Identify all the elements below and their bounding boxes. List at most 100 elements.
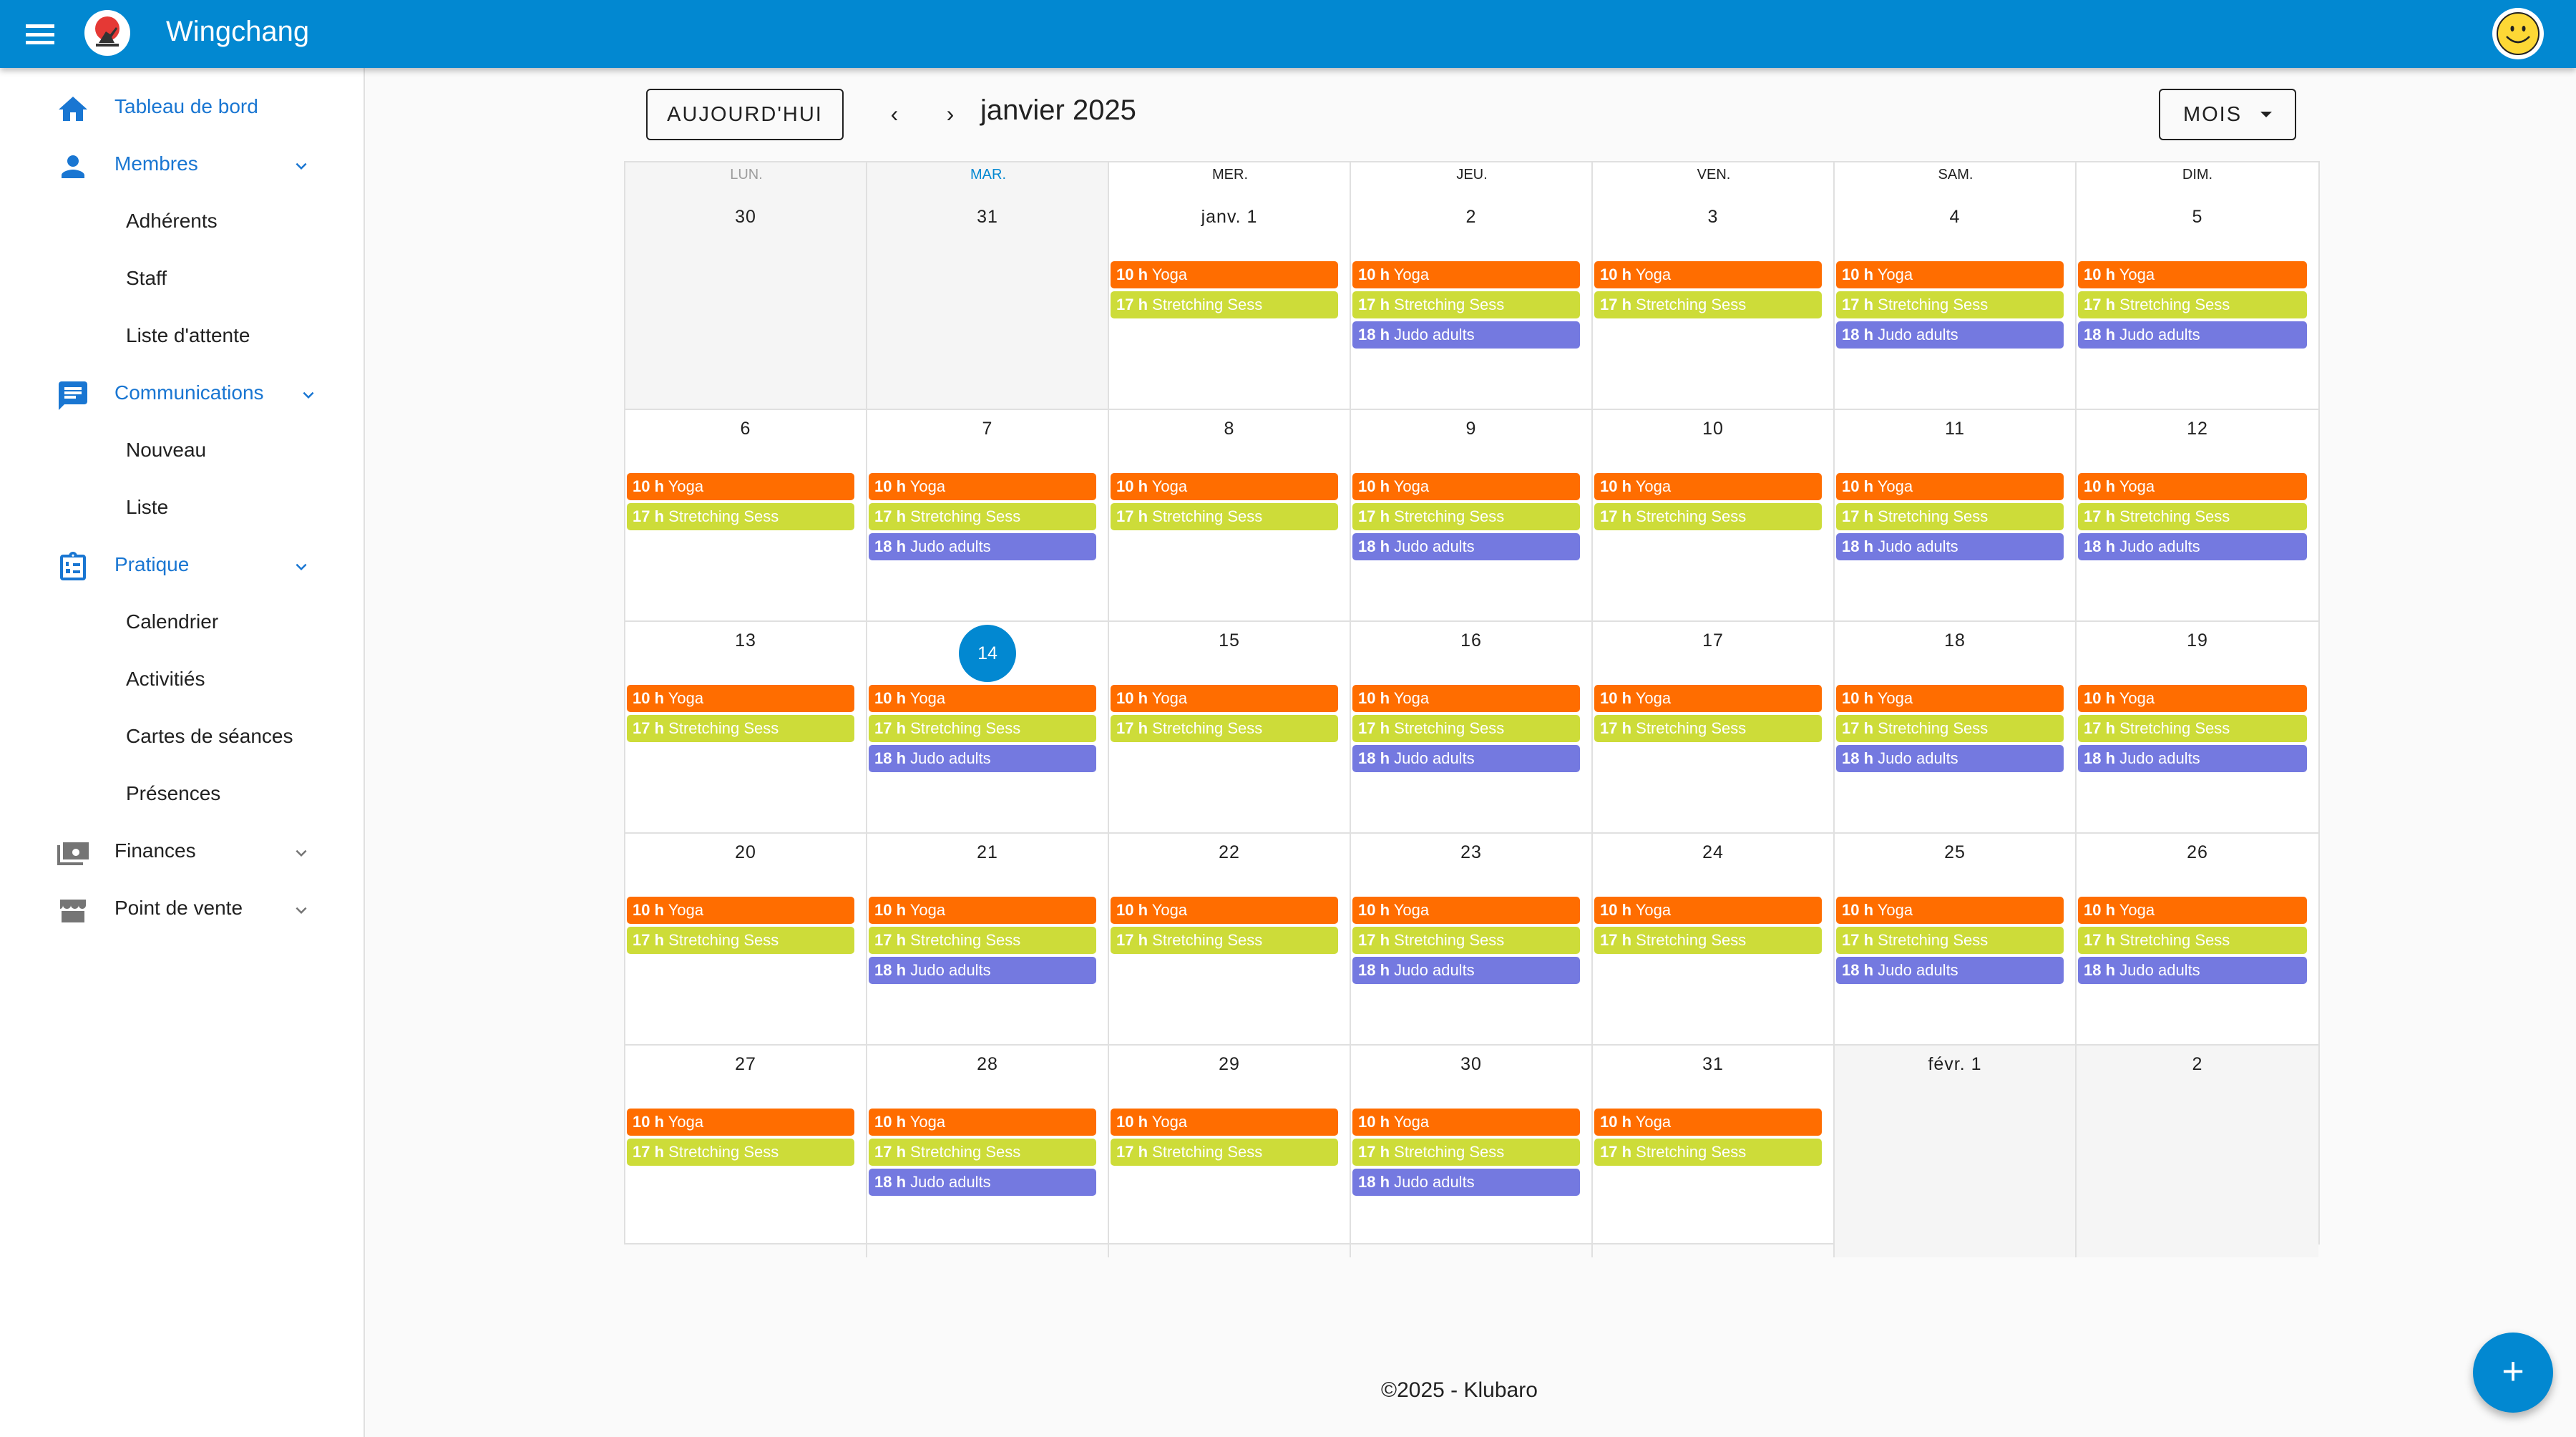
day-number[interactable]: 2 xyxy=(2077,1054,2318,1075)
day-number[interactable]: 31 xyxy=(1593,1054,1833,1075)
event-chip-stretch[interactable]: 17 h Stretching Sess xyxy=(869,503,1096,530)
event-chip-stretch[interactable]: 17 h Stretching Sess xyxy=(627,927,854,954)
day-number[interactable]: 10 xyxy=(1593,419,1833,439)
event-chip-yoga[interactable]: 10 h Yoga xyxy=(1111,473,1338,500)
day-cell[interactable]: 28 10 h Yoga 17 h Stretching Sess 18 h Judo… xyxy=(867,1046,1109,1257)
event-chip-yoga[interactable]: 10 h Yoga xyxy=(2078,685,2307,712)
day-number[interactable]: 13 xyxy=(625,630,866,651)
day-number[interactable]: 22 xyxy=(1109,842,1350,863)
event-chip-yoga[interactable]: 10 h Yoga xyxy=(1836,261,2064,288)
day-number[interactable]: 5 xyxy=(2077,207,2318,228)
day-number[interactable]: 17 xyxy=(1593,630,1833,651)
day-number[interactable]: 26 xyxy=(2077,842,2318,863)
event-chip-yoga[interactable]: 10 h Yoga xyxy=(2078,897,2307,924)
event-chip-stretch[interactable]: 17 h Stretching Sess xyxy=(627,1139,854,1166)
sidebar-subitem-cartes-seances[interactable]: Cartes de séances xyxy=(0,709,365,766)
event-chip-judo[interactable]: 18 h Judo adults xyxy=(869,957,1096,984)
event-chip-stretch[interactable]: 17 h Stretching Sess xyxy=(627,715,854,742)
event-chip-judo[interactable]: 18 h Judo adults xyxy=(1836,745,2064,772)
day-cell[interactable]: 31 xyxy=(867,162,1109,410)
event-chip-yoga[interactable]: 10 h Yoga xyxy=(1836,473,2064,500)
event-chip-yoga[interactable]: 10 h Yoga xyxy=(2078,261,2307,288)
sidebar-item-finances[interactable]: Finances xyxy=(0,824,365,881)
day-number[interactable]: 12 xyxy=(2077,419,2318,439)
day-number[interactable]: 6 xyxy=(625,419,866,439)
day-number[interactable]: 16 xyxy=(1351,630,1591,651)
day-number[interactable]: 4 xyxy=(1835,207,2075,228)
event-chip-judo[interactable]: 18 h Judo adults xyxy=(1836,533,2064,560)
event-chip-judo[interactable]: 18 h Judo adults xyxy=(1352,1169,1580,1196)
day-number[interactable]: 21 xyxy=(867,842,1108,863)
event-chip-stretch[interactable]: 17 h Stretching Sess xyxy=(1594,927,1822,954)
event-chip-yoga[interactable]: 10 h Yoga xyxy=(627,473,854,500)
event-chip-yoga[interactable]: 10 h Yoga xyxy=(869,897,1096,924)
sidebar-subitem-nouveau[interactable]: Nouveau xyxy=(0,423,365,480)
sidebar-subitem-staff[interactable]: Staff xyxy=(0,251,365,308)
event-chip-stretch[interactable]: 17 h Stretching Sess xyxy=(869,1139,1096,1166)
sidebar-subitem-liste[interactable]: Liste xyxy=(0,480,365,537)
day-number[interactable]: 25 xyxy=(1835,842,2075,863)
day-number[interactable]: 28 xyxy=(867,1054,1108,1075)
event-chip-stretch[interactable]: 17 h Stretching Sess xyxy=(1836,927,2064,954)
view-selector[interactable]: MOIS xyxy=(2159,89,2296,140)
day-cell[interactable]: 22 10 h Yoga 17 h Stretching Sess xyxy=(1109,834,1351,1046)
day-number[interactable]: 7 xyxy=(867,419,1108,439)
day-number[interactable]: 20 xyxy=(625,842,866,863)
chevron-down-icon[interactable] xyxy=(291,556,312,578)
event-chip-judo[interactable]: 18 h Judo adults xyxy=(869,745,1096,772)
day-cell[interactable]: 30 10 h Yoga 17 h Stretching Sess 18 h Judo… xyxy=(1351,1046,1593,1257)
event-chip-judo[interactable]: 18 h Judo adults xyxy=(2078,957,2307,984)
sidebar-item-membres[interactable]: Membres xyxy=(0,137,365,194)
day-number[interactable]: janv. 1 xyxy=(1109,207,1350,228)
hamburger-menu-icon[interactable] xyxy=(26,24,54,44)
prev-month-button[interactable]: ‹ xyxy=(880,100,909,129)
day-number[interactable]: 8 xyxy=(1109,419,1350,439)
day-cell[interactable]: 6 10 h Yoga 17 h Stretching Sess xyxy=(625,410,867,622)
event-chip-judo[interactable]: 18 h Judo adults xyxy=(869,1169,1096,1196)
sidebar-item-point-de-vente[interactable]: Point de vente xyxy=(0,881,365,938)
chevron-down-icon[interactable] xyxy=(291,900,312,921)
event-chip-judo[interactable]: 18 h Judo adults xyxy=(1352,957,1580,984)
day-number[interactable]: 19 xyxy=(2077,630,2318,651)
day-cell[interactable]: 18 10 h Yoga 17 h Stretching Sess 18 h Judo… xyxy=(1835,622,2077,834)
event-chip-judo[interactable]: 18 h Judo adults xyxy=(869,533,1096,560)
event-chip-stretch[interactable]: 17 h Stretching Sess xyxy=(1352,715,1580,742)
today-day-number[interactable]: 14 xyxy=(959,625,1016,682)
day-cell[interactable]: 16 10 h Yoga 17 h Stretching Sess 18 h Judo… xyxy=(1351,622,1593,834)
add-event-fab[interactable]: + xyxy=(2473,1333,2553,1413)
event-chip-stretch[interactable]: 17 h Stretching Sess xyxy=(1352,503,1580,530)
day-cell[interactable]: 23 10 h Yoga 17 h Stretching Sess 18 h Judo… xyxy=(1351,834,1593,1046)
day-cell[interactable]: 26 10 h Yoga 17 h Stretching Sess 18 h Judo… xyxy=(2077,834,2318,1046)
event-chip-judo[interactable]: 18 h Judo adults xyxy=(1352,321,1580,349)
event-chip-stretch[interactable]: 17 h Stretching Sess xyxy=(2078,715,2307,742)
event-chip-stretch[interactable]: 17 h Stretching Sess xyxy=(1111,291,1338,318)
day-cell[interactable]: 21 10 h Yoga 17 h Stretching Sess 18 h Judo… xyxy=(867,834,1109,1046)
day-number[interactable]: 31 xyxy=(867,207,1108,228)
day-number[interactable]: 2 xyxy=(1351,207,1591,228)
event-chip-judo[interactable]: 18 h Judo adults xyxy=(1836,321,2064,349)
event-chip-yoga[interactable]: 10 h Yoga xyxy=(869,685,1096,712)
event-chip-judo[interactable]: 18 h Judo adults xyxy=(1352,533,1580,560)
day-cell[interactable]: 27 10 h Yoga 17 h Stretching Sess xyxy=(625,1046,867,1257)
event-chip-stretch[interactable]: 17 h Stretching Sess xyxy=(1111,1139,1338,1166)
event-chip-yoga[interactable]: 10 h Yoga xyxy=(1352,897,1580,924)
day-cell[interactable]: 25 10 h Yoga 17 h Stretching Sess 18 h Judo… xyxy=(1835,834,2077,1046)
event-chip-stretch[interactable]: 17 h Stretching Sess xyxy=(1594,715,1822,742)
day-number[interactable]: 29 xyxy=(1109,1054,1350,1075)
day-number[interactable]: 11 xyxy=(1835,419,2075,439)
sidebar-subitem-calendrier[interactable]: Calendrier xyxy=(0,595,365,652)
event-chip-yoga[interactable]: 10 h Yoga xyxy=(1594,1109,1822,1136)
day-number[interactable]: 23 xyxy=(1351,842,1591,863)
day-cell[interactable]: févr. 1 xyxy=(1835,1046,2077,1257)
day-number[interactable]: 30 xyxy=(625,207,866,228)
event-chip-stretch[interactable]: 17 h Stretching Sess xyxy=(2078,291,2307,318)
event-chip-stretch[interactable]: 17 h Stretching Sess xyxy=(1836,503,2064,530)
day-cell[interactable]: 2 xyxy=(2077,1046,2318,1257)
day-cell[interactable]: 3 10 h Yoga 17 h Stretching Sess xyxy=(1593,162,1835,410)
event-chip-yoga[interactable]: 10 h Yoga xyxy=(1111,1109,1338,1136)
day-cell[interactable]: 20 10 h Yoga 17 h Stretching Sess xyxy=(625,834,867,1046)
day-cell[interactable]: 15 10 h Yoga 17 h Stretching Sess xyxy=(1109,622,1351,834)
day-cell[interactable]: 10 10 h Yoga 17 h Stretching Sess xyxy=(1593,410,1835,622)
day-cell[interactable]: 14 10 h Yoga 17 h Stretching Sess 18 h Judo… xyxy=(867,622,1109,834)
event-chip-yoga[interactable]: 10 h Yoga xyxy=(1111,897,1338,924)
